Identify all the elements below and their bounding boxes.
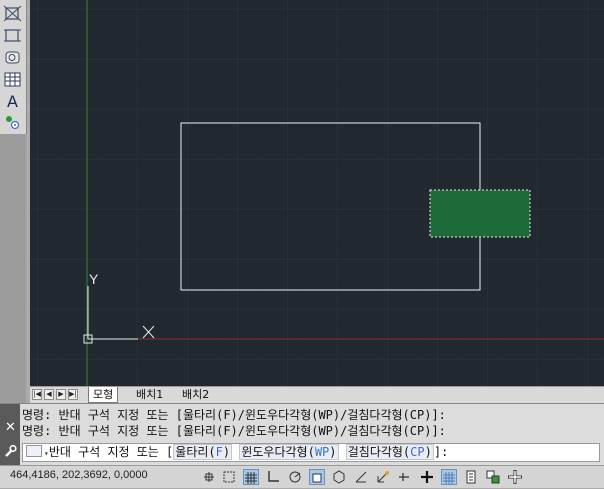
dynamic-ucs-icon[interactable] (375, 469, 391, 485)
command-history: 명령: 반대 구석 지정 또는 [울타리(F)/윈도우다각형(WP)/걸침다각형… (22, 407, 446, 439)
table-icon[interactable] (3, 70, 22, 89)
text-icon[interactable]: A (3, 92, 22, 111)
polyline-cross-icon[interactable] (3, 4, 22, 23)
ortho-mode-icon[interactable] (265, 469, 281, 485)
prompt-text: 반대 구석 지정 또는 [ (48, 445, 174, 459)
drawing-canvas[interactable]: Y (30, 0, 604, 386)
prompt-suffix: ]: (433, 445, 449, 459)
command-prompt-icon[interactable] (26, 445, 42, 457)
option-fence[interactable]: 울타리(F) (173, 444, 233, 460)
infer-constraints-icon[interactable] (201, 469, 217, 485)
point-icon[interactable] (3, 113, 22, 132)
grid-display-icon[interactable] (243, 469, 259, 485)
annotation-monitor-icon[interactable] (507, 469, 523, 485)
object-snap-tracking-icon[interactable] (353, 469, 369, 485)
prev-tab-button[interactable]: ◀ (44, 389, 54, 400)
ucs-y-label: Y (89, 271, 99, 287)
3d-object-snap-icon[interactable] (331, 469, 347, 485)
command-panel-grip[interactable]: ✕ (0, 404, 20, 465)
close-icon[interactable]: ✕ (5, 420, 16, 435)
history-line: 명령: 반대 구석 지정 또는 [울타리(F)/윈도우다각형(WP)/걸침다각형… (22, 408, 446, 422)
command-input[interactable]: ▾반대 구석 지정 또는 [울타리(F) 윈도우다각형(WP) 걸침다각형(CP… (22, 443, 600, 462)
coordinate-readout[interactable]: 464,4186, 202,3692, 0,0000 (10, 469, 148, 481)
polyline-rect-icon[interactable] (3, 26, 22, 45)
history-line: 명령: 반대 구석 지정 또는 [울타리(F)/윈도우다각형(WP)/걸침다각형… (22, 424, 446, 438)
option-window-polygon[interactable]: 윈도우다각형(WP) (239, 444, 339, 460)
polar-tracking-icon[interactable] (287, 469, 303, 485)
next-tab-button[interactable]: ▶ (56, 389, 66, 400)
dynamic-input-icon[interactable] (397, 469, 413, 485)
layout-tabs-bar: |◀ ◀ ▶ ▶| 모형 배치1 배치2 (30, 386, 604, 403)
selection-cycling-icon[interactable] (485, 469, 501, 485)
selection-window (429, 189, 531, 238)
tab-layout2[interactable]: 배치2 (178, 387, 213, 403)
draw-toolbar: A (0, 0, 27, 134)
tab-layout1[interactable]: 배치1 (132, 387, 167, 403)
snap-mode-icon[interactable] (221, 469, 237, 485)
customize-wrench-icon[interactable] (3, 444, 17, 458)
command-panel: ✕ 명령: 반대 구석 지정 또는 [울타리(F)/윈도우다각형(WP)/걸침다… (0, 403, 604, 465)
transparency-icon[interactable] (441, 469, 457, 485)
lineweight-icon[interactable] (419, 469, 435, 485)
region-icon[interactable] (3, 48, 22, 67)
tab-model[interactable]: 모형 (88, 387, 119, 403)
option-crossing-polygon[interactable]: 걸침다각형(CP) (345, 444, 434, 460)
quick-properties-icon[interactable] (463, 469, 479, 485)
status-bar: 464,4186, 202,3692, 0,0000 (0, 465, 604, 488)
drawing-viewport[interactable]: Y (30, 0, 604, 386)
toolbar-background (0, 134, 26, 404)
last-tab-button[interactable]: ▶| (68, 389, 78, 400)
object-snap-icon[interactable] (309, 469, 325, 485)
first-tab-button[interactable]: |◀ (32, 389, 42, 400)
